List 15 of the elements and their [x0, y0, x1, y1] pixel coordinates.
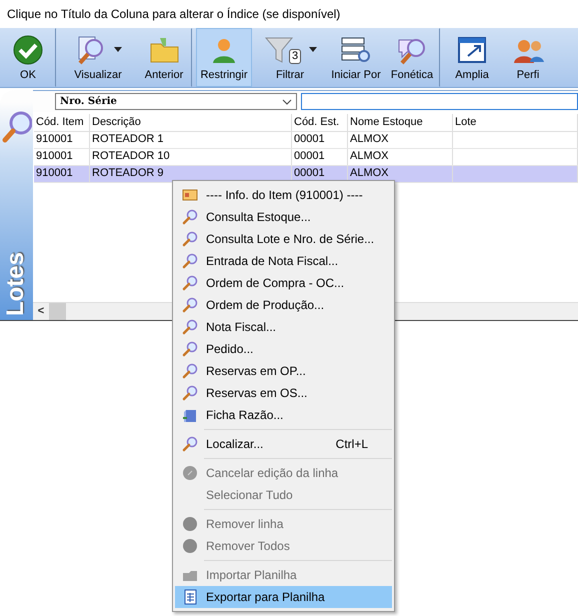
table-cell: 00001 [294, 167, 325, 179]
table-cell: ALMOX [350, 150, 389, 162]
table-cell: 910001 [36, 133, 73, 145]
panel-label: Lotes [3, 252, 29, 316]
table-cell: ROTEADOR 1 [92, 133, 164, 145]
table-cell: 00001 [294, 150, 325, 162]
table-cell: 00001 [294, 133, 325, 145]
window-title: Clique no Título da Coluna para alterar o Índice (se disponível) [6, 6, 342, 23]
table-cell: 910001 [36, 150, 73, 162]
table-cell: ROTEADOR 9 [92, 167, 164, 179]
table-cell: 910001 [36, 167, 73, 179]
table-cell: ALMOX [350, 133, 389, 145]
table-cell: ROTEADOR 10 [92, 150, 170, 162]
count-badge: 3 [288, 49, 302, 64]
table-cell: ALMOX [350, 167, 389, 179]
